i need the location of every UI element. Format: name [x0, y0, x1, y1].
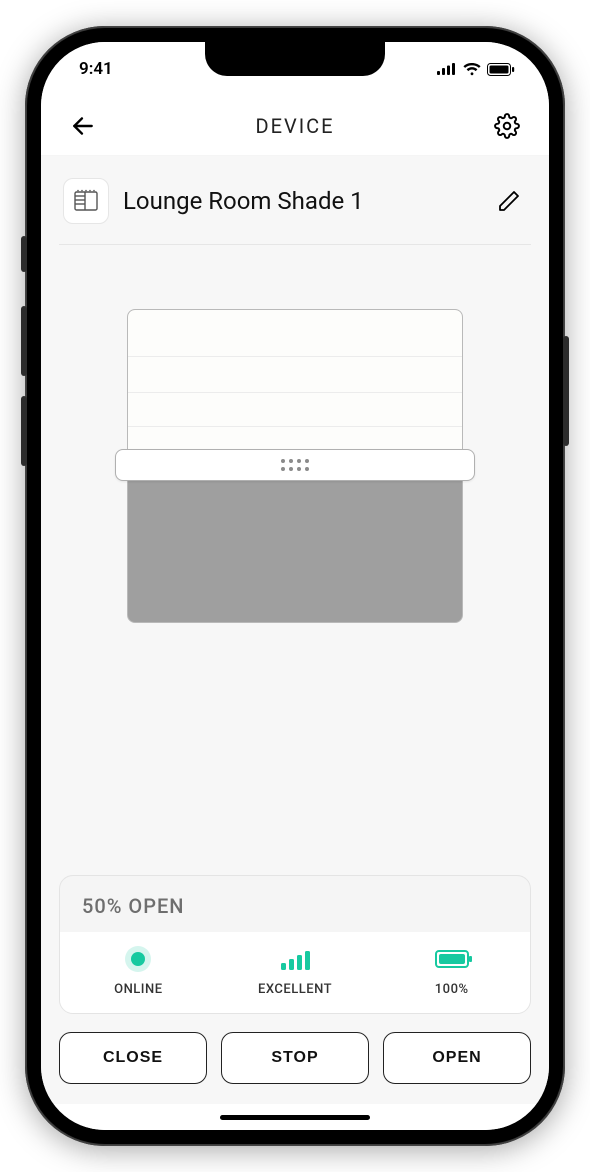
edit-name-button[interactable]: [491, 183, 527, 219]
battery-icon: [487, 63, 515, 76]
grip-icon: [281, 459, 309, 471]
status-battery: 100%: [373, 946, 530, 997]
device-type-icon-box: [63, 178, 109, 224]
gear-icon: [494, 113, 520, 139]
shade-visualization: [127, 309, 463, 623]
phone-side-button: [21, 306, 27, 376]
action-row: CLOSE STOP OPEN: [59, 1032, 531, 1092]
phone-side-button: [21, 396, 27, 466]
home-indicator-area: [41, 1104, 549, 1130]
status-time: 9:41: [79, 59, 113, 79]
device-row: Lounge Room Shade 1: [59, 174, 531, 245]
position-label: 50% OPEN: [60, 876, 530, 932]
battery-level-icon: [435, 950, 469, 968]
pencil-icon: [497, 189, 521, 213]
device-name: Lounge Room Shade 1: [123, 187, 477, 215]
wifi-icon: [463, 63, 481, 76]
phone-side-button: [563, 336, 569, 446]
shade-icon: [72, 187, 100, 215]
nav-header: DEVICE: [41, 96, 549, 156]
close-button[interactable]: CLOSE: [59, 1032, 207, 1084]
status-signal: EXCELLENT: [217, 946, 374, 997]
content-area: Lounge Room Shade 1: [41, 156, 549, 1104]
screen: 9:41: [41, 42, 549, 1130]
status-online-label: ONLINE: [114, 982, 162, 997]
stop-button[interactable]: STOP: [221, 1032, 369, 1084]
phone-side-button: [21, 236, 27, 272]
open-button[interactable]: OPEN: [383, 1032, 531, 1084]
arrow-left-icon: [70, 113, 96, 139]
notch: [205, 42, 385, 76]
status-signal-label: EXCELLENT: [258, 982, 332, 997]
phone-frame: 9:41: [25, 26, 565, 1146]
shade-fabric: [128, 310, 462, 452]
back-button[interactable]: [65, 108, 101, 144]
online-dot-icon: [131, 952, 145, 966]
shade-visualization-area: [59, 245, 531, 875]
home-indicator[interactable]: [220, 1115, 370, 1120]
signal-bars-icon: [281, 948, 310, 970]
status-right: [437, 63, 515, 76]
cellular-icon: [437, 63, 457, 75]
status-grid: ONLINE EXCELLENT: [60, 932, 530, 1013]
status-battery-label: 100%: [435, 982, 469, 997]
status-online: ONLINE: [60, 946, 217, 997]
status-card: 50% OPEN ONLINE EXCELLENT: [59, 875, 531, 1014]
settings-button[interactable]: [489, 108, 525, 144]
page-title: DEVICE: [255, 114, 334, 138]
shade-handle[interactable]: [115, 449, 475, 481]
